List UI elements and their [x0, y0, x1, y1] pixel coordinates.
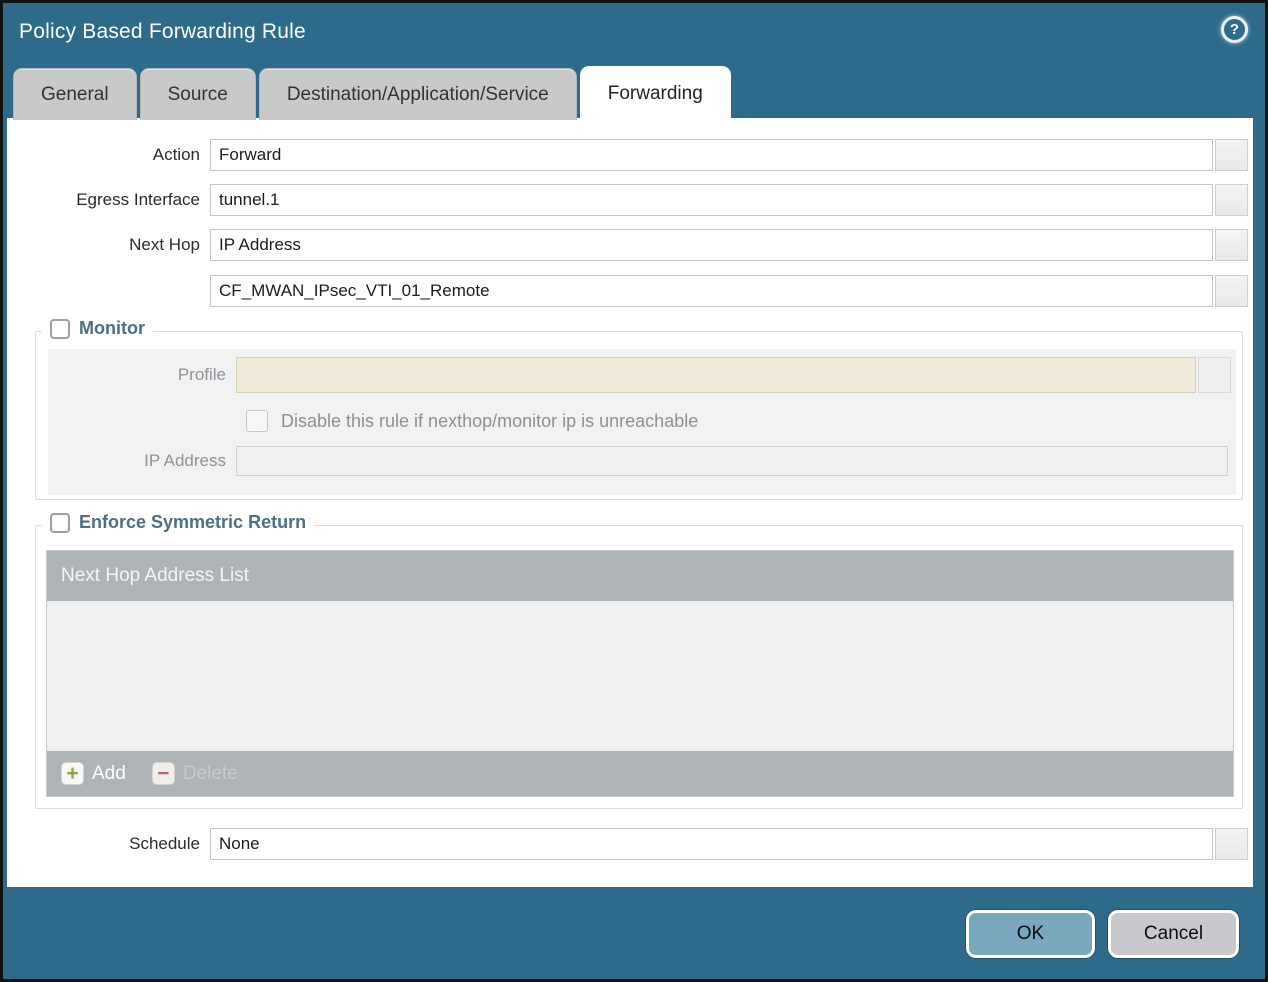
schedule-label: Schedule — [129, 834, 200, 853]
dialog-title: Policy Based Forwarding Rule — [19, 20, 306, 43]
add-button[interactable]: + Add — [61, 762, 126, 785]
add-button-label: Add — [92, 762, 126, 784]
enforce-symmetric-return-legend: Enforce Symmetric Return — [42, 512, 315, 533]
policy-based-forwarding-dialog: Policy Based Forwarding Rule ? General S… — [0, 0, 1268, 982]
next-hop-address-list: Next Hop Address List + Add − Delete — [46, 550, 1234, 797]
next-hop-address-list-toolbar: + Add − Delete — [47, 751, 1233, 796]
tab-source[interactable]: Source — [139, 68, 256, 120]
profile-label: Profile — [177, 365, 226, 384]
disable-rule-label: Disable this rule if nexthop/monitor ip … — [281, 410, 699, 431]
next-hop-address-list-header: Next Hop Address List — [47, 551, 1233, 601]
disable-rule-checkbox — [246, 410, 268, 432]
ok-button[interactable]: OK — [966, 910, 1095, 958]
next-hop-address-dropdown-button[interactable] — [1215, 275, 1248, 307]
enforce-symmetric-return-legend-label: Enforce Symmetric Return — [79, 512, 307, 532]
monitor-panel: Profile Disable this rule if nexthop/mon… — [48, 349, 1236, 495]
profile-value — [236, 357, 1196, 393]
monitor-legend-label: Monitor — [79, 318, 145, 338]
monitor-section: Monitor Profile Disable this rule if nex… — [35, 318, 1243, 500]
next-hop-address-row: CF_MWAN_IPsec_VTI_01_Remote — [7, 275, 1253, 307]
monitor-ip-address-row: IP Address — [48, 446, 1236, 476]
next-hop-row: Next Hop IP Address — [7, 229, 1253, 261]
egress-interface-label: Egress Interface — [76, 190, 200, 209]
tab-forwarding[interactable]: Forwarding — [579, 66, 731, 120]
plus-icon: + — [61, 762, 84, 785]
next-hop-address-list-body[interactable] — [47, 601, 1233, 751]
action-value[interactable]: Forward — [210, 139, 1213, 171]
schedule-dropdown-button[interactable] — [1215, 828, 1248, 860]
egress-interface-row: Egress Interface tunnel.1 — [7, 184, 1253, 216]
delete-button: − Delete — [151, 762, 238, 785]
next-hop-label: Next Hop — [129, 235, 200, 254]
forwarding-tab-panel: Action Forward Egress Interface tunnel.1… — [7, 118, 1253, 887]
help-icon[interactable]: ? — [1221, 16, 1248, 43]
schedule-value[interactable]: None — [210, 828, 1213, 860]
egress-interface-value[interactable]: tunnel.1 — [210, 184, 1213, 216]
next-hop-address-value[interactable]: CF_MWAN_IPsec_VTI_01_Remote — [210, 275, 1213, 307]
monitor-ip-address-value — [236, 446, 1228, 476]
enforce-symmetric-return-section: Enforce Symmetric Return Next Hop Addres… — [35, 512, 1243, 809]
enforce-symmetric-return-checkbox[interactable] — [50, 512, 70, 533]
profile-row: Profile — [48, 357, 1236, 393]
profile-dropdown-button — [1198, 357, 1231, 393]
dialog-titlebar: Policy Based Forwarding Rule ? — [3, 3, 1265, 63]
dialog-footer: OK Cancel — [966, 910, 1239, 958]
tab-destination-application-service[interactable]: Destination/Application/Service — [258, 68, 577, 120]
cancel-button[interactable]: Cancel — [1108, 910, 1239, 958]
disable-rule-row: Disable this rule if nexthop/monitor ip … — [246, 408, 1236, 434]
minus-icon: − — [151, 762, 175, 785]
monitor-checkbox[interactable] — [50, 318, 70, 339]
tab-general[interactable]: General — [13, 68, 137, 120]
monitor-legend: Monitor — [42, 318, 153, 339]
egress-interface-dropdown-button[interactable] — [1215, 184, 1248, 216]
delete-button-label: Delete — [182, 762, 238, 784]
monitor-ip-address-label: IP Address — [144, 451, 226, 470]
action-row: Action Forward — [7, 139, 1253, 171]
next-hop-type-dropdown-button[interactable] — [1215, 229, 1248, 261]
next-hop-type-value[interactable]: IP Address — [210, 229, 1213, 261]
schedule-row: Schedule None — [7, 828, 1253, 860]
tab-bar: General Source Destination/Application/S… — [13, 66, 1255, 120]
action-dropdown-button[interactable] — [1215, 139, 1248, 171]
action-label: Action — [152, 145, 200, 164]
